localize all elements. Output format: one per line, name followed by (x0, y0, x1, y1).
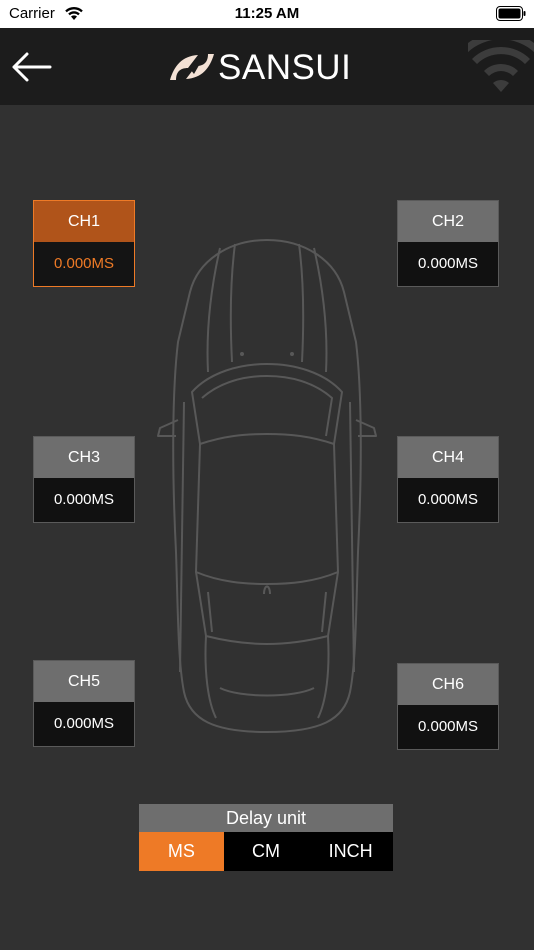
channel-ch4[interactable]: CH4 0.000MS (397, 436, 499, 523)
wifi-icon[interactable] (468, 40, 534, 92)
delay-unit-selector: Delay unit MS CM INCH (139, 804, 393, 871)
channel-delay-value: 0.000MS (398, 478, 498, 522)
channel-label: CH3 (34, 437, 134, 478)
status-bar: Carrier 11:25 AM (0, 0, 534, 28)
channel-delay-value: 0.000MS (34, 478, 134, 522)
delay-unit-title: Delay unit (139, 804, 393, 832)
channel-label: CH6 (398, 664, 498, 705)
channel-ch6[interactable]: CH6 0.000MS (397, 663, 499, 750)
back-arrow-icon[interactable] (10, 48, 54, 86)
channel-ch1[interactable]: CH1 0.000MS (33, 200, 135, 287)
sansui-logo: SANSUI (168, 48, 368, 88)
channel-delay-value: 0.000MS (34, 242, 134, 286)
car-top-view-image (157, 239, 377, 733)
channel-ch3[interactable]: CH3 0.000MS (33, 436, 135, 523)
channel-delay-value: 0.000MS (398, 242, 498, 286)
channel-label: CH5 (34, 661, 134, 702)
channel-ch2[interactable]: CH2 0.000MS (397, 200, 499, 287)
battery-icon (496, 6, 526, 21)
clock-time: 11:25 AM (234, 5, 300, 22)
channel-ch5[interactable]: CH5 0.000MS (33, 660, 135, 747)
brand-name: SANSUI (218, 48, 352, 87)
channel-label: CH1 (34, 201, 134, 242)
nav-bar: SANSUI (0, 28, 534, 105)
channel-label: CH4 (398, 437, 498, 478)
delay-unit-cm-button[interactable]: CM (224, 832, 309, 871)
channel-label: CH2 (398, 201, 498, 242)
channel-delay-value: 0.000MS (34, 702, 134, 746)
delay-unit-inch-button[interactable]: INCH (308, 832, 393, 871)
delay-unit-ms-button[interactable]: MS (139, 832, 224, 871)
channel-delay-value: 0.000MS (398, 705, 498, 749)
sansui-logo-mark (170, 54, 214, 80)
delay-unit-options: MS CM INCH (139, 832, 393, 871)
